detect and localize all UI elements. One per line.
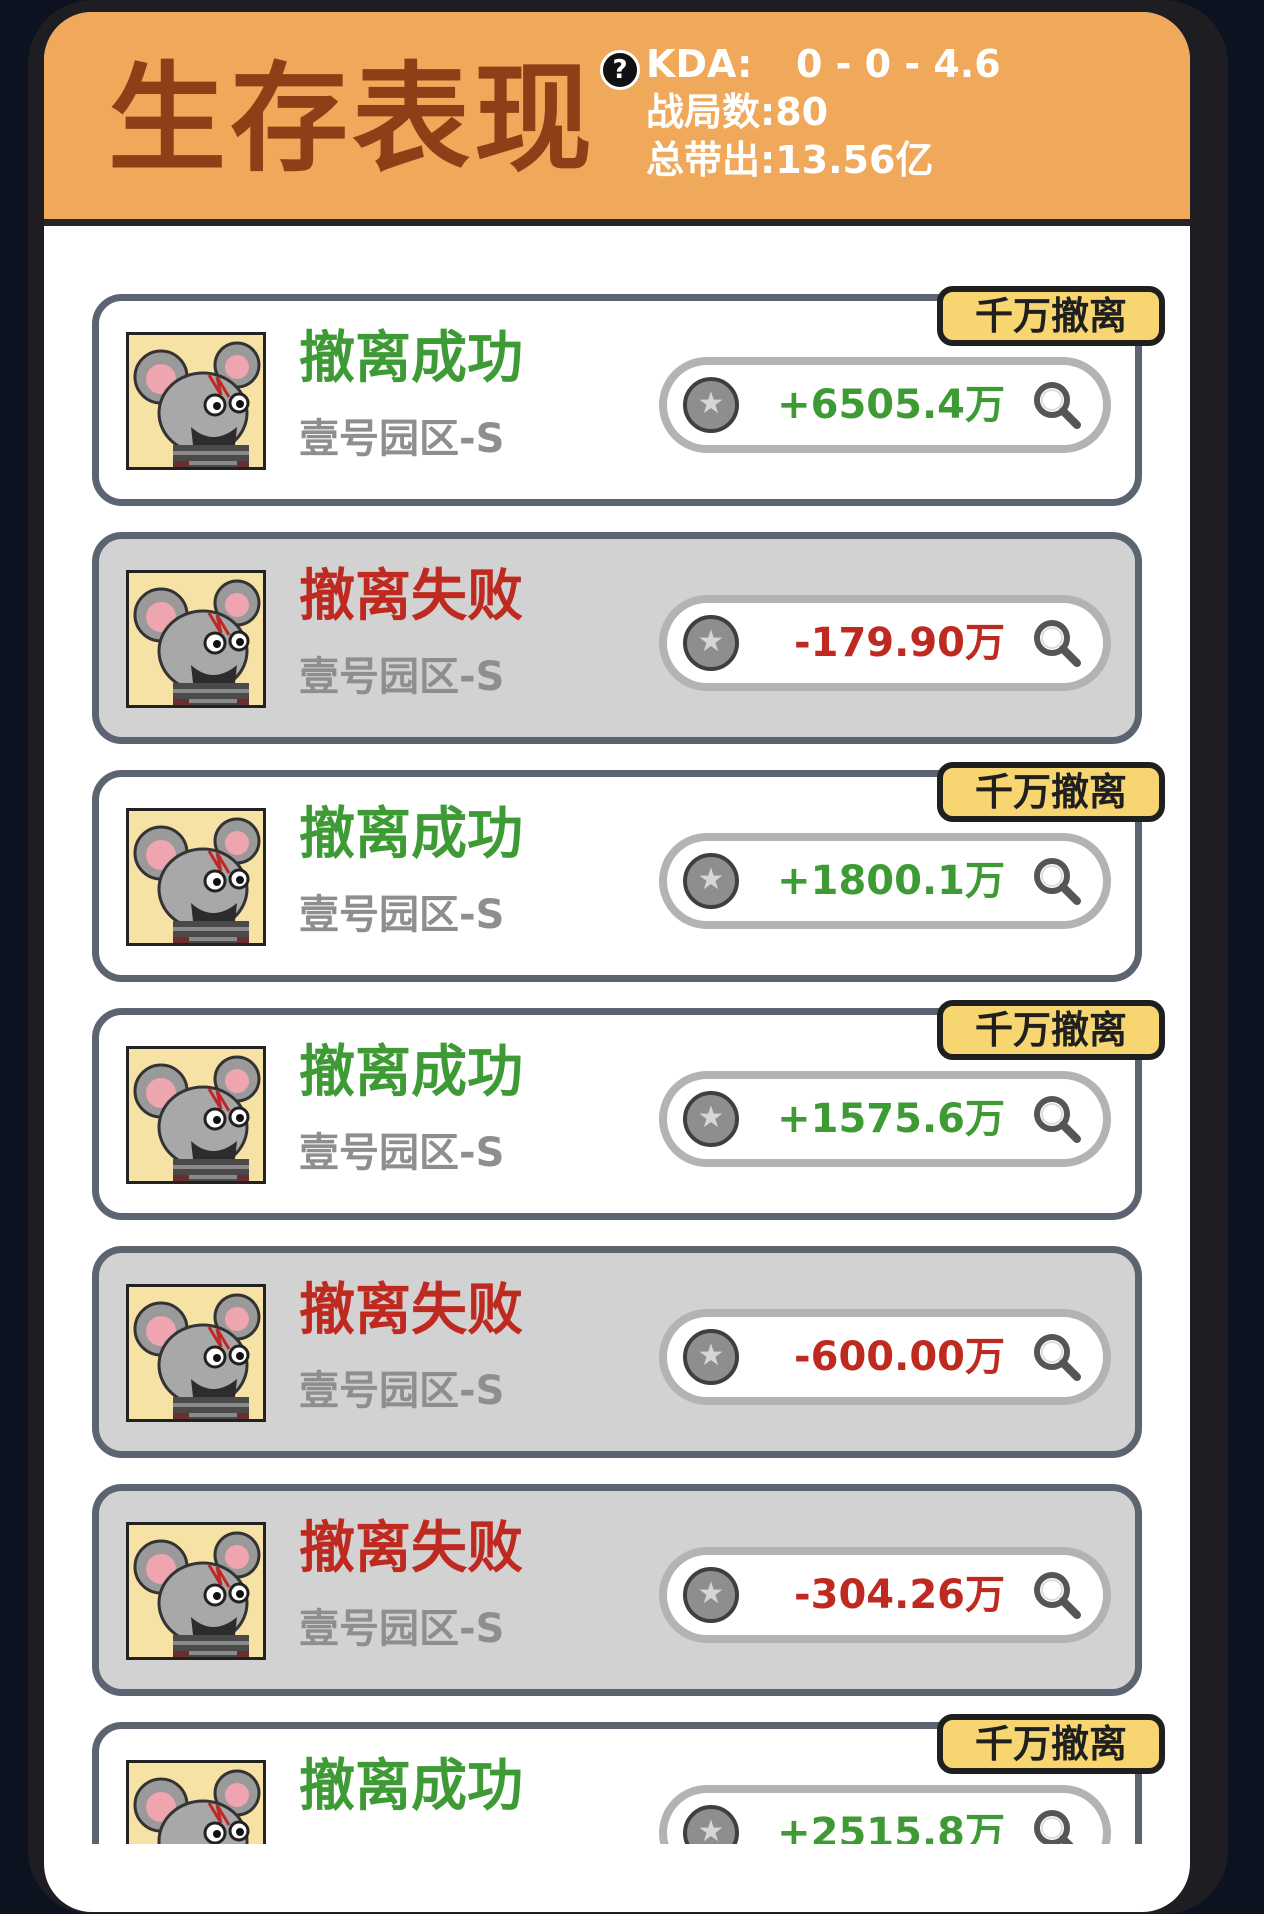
coin-icon — [683, 1805, 739, 1844]
stat-label: 总带出: — [646, 138, 776, 182]
map-label: 壹号园区-S — [299, 892, 505, 938]
tier-badge: 千万撤离 — [937, 286, 1165, 346]
value-pill[interactable]: +2515.8万 — [659, 1785, 1111, 1844]
page-title: 生存表现 — [108, 50, 597, 188]
result-label: 撤离失败 — [299, 564, 523, 629]
avatar — [126, 1046, 266, 1184]
stat-kda: KDA: 0 - 0 - 4.6 — [646, 40, 1001, 88]
tier-badge: 千万撤离 — [937, 1000, 1165, 1060]
map-label: 壹号园区-S — [299, 1368, 505, 1414]
map-label: 壹号园区-S — [299, 654, 505, 700]
value-text: -304.26万 — [794, 1572, 1005, 1618]
search-icon[interactable] — [1029, 615, 1085, 671]
record-card-1[interactable]: 撤离成功 壹号园区-S +6505.4万 千万撤离 — [92, 286, 1165, 506]
value-text: +1800.1万 — [777, 858, 1005, 904]
stat-value: 80 — [775, 90, 829, 134]
avatar — [126, 1522, 266, 1660]
map-label: 壹号园区-S — [299, 1606, 505, 1652]
value-text: -600.00万 — [794, 1334, 1005, 1380]
search-icon[interactable] — [1029, 1567, 1085, 1623]
panel-header: 生存表现 ? KDA: 0 - 0 - 4.6 战局数: 80 总带出: 13.… — [44, 12, 1190, 226]
result-label: 撤离失败 — [299, 1516, 523, 1581]
value-pill[interactable]: -600.00万 — [659, 1309, 1111, 1405]
avatar — [126, 570, 266, 708]
result-label: 撤离成功 — [299, 1040, 523, 1105]
value-pill[interactable]: -304.26万 — [659, 1547, 1111, 1643]
value-pill[interactable]: +1800.1万 — [659, 833, 1111, 929]
record-list[interactable]: 撤离成功 壹号园区-S +6505.4万 千万撤离 — [44, 234, 1190, 1844]
record-card-5[interactable]: 撤离失败 壹号园区-S -600.00万 — [92, 1246, 1142, 1458]
question-circle-icon[interactable]: ? — [600, 50, 640, 90]
stat-total-extracted: 总带出: 13.56亿 — [646, 136, 1001, 184]
value-text: +2515.8万 — [777, 1810, 1005, 1844]
result-label: 撤离成功 — [299, 802, 523, 867]
coin-icon — [683, 1091, 739, 1147]
coin-icon — [683, 1329, 739, 1385]
search-icon[interactable] — [1029, 1805, 1085, 1844]
record-card-6[interactable]: 撤离失败 壹号园区-S -304.26万 — [92, 1484, 1142, 1696]
search-icon[interactable] — [1029, 1329, 1085, 1385]
value-text: +6505.4万 — [777, 382, 1005, 428]
stat-matches: 战局数: 80 — [646, 88, 1001, 136]
value-text: -179.90万 — [794, 620, 1005, 666]
survival-panel: 生存表现 ? KDA: 0 - 0 - 4.6 战局数: 80 总带出: 13.… — [44, 12, 1190, 1912]
search-icon[interactable] — [1029, 853, 1085, 909]
phone-frame: 生存表现 ? KDA: 0 - 0 - 4.6 战局数: 80 总带出: 13.… — [28, 0, 1228, 1914]
record-card-4[interactable]: 撤离成功 壹号园区-S +1575.6万 千万撤离 — [92, 1000, 1165, 1220]
stats-summary: KDA: 0 - 0 - 4.6 战局数: 80 总带出: 13.56亿 — [646, 40, 1001, 184]
avatar — [126, 332, 266, 470]
result-label: 撤离失败 — [299, 1278, 523, 1343]
value-text: +1575.6万 — [777, 1096, 1005, 1142]
coin-icon — [683, 853, 739, 909]
record-card-3[interactable]: 撤离成功 壹号园区-S +1800.1万 千万撤离 — [92, 762, 1165, 982]
coin-icon — [683, 615, 739, 671]
value-pill[interactable]: +6505.4万 — [659, 357, 1111, 453]
search-icon[interactable] — [1029, 377, 1085, 433]
result-label: 撤离成功 — [299, 1754, 523, 1819]
value-pill[interactable]: -179.90万 — [659, 595, 1111, 691]
avatar — [126, 1284, 266, 1422]
avatar — [126, 808, 266, 946]
coin-icon — [683, 1567, 739, 1623]
value-pill[interactable]: +1575.6万 — [659, 1071, 1111, 1167]
map-label: 壹号园区-S — [299, 1130, 505, 1176]
stat-value: 0 - 0 - 4.6 — [796, 42, 1001, 86]
stat-label: KDA: — [646, 42, 753, 86]
result-label: 撤离成功 — [299, 326, 523, 391]
stat-value: 13.56亿 — [775, 138, 934, 182]
coin-icon — [683, 377, 739, 433]
record-card-7[interactable]: 撤离成功 壹号园区-S +2515.8万 千万撤离 — [92, 1714, 1165, 1844]
map-label: 壹号园区-S — [299, 416, 505, 462]
search-icon[interactable] — [1029, 1091, 1085, 1147]
tier-badge: 千万撤离 — [937, 762, 1165, 822]
record-card-2[interactable]: 撤离失败 壹号园区-S -179.90万 — [92, 532, 1142, 744]
avatar — [126, 1760, 266, 1844]
stat-label: 战局数: — [646, 90, 776, 134]
tier-badge: 千万撤离 — [937, 1714, 1165, 1774]
